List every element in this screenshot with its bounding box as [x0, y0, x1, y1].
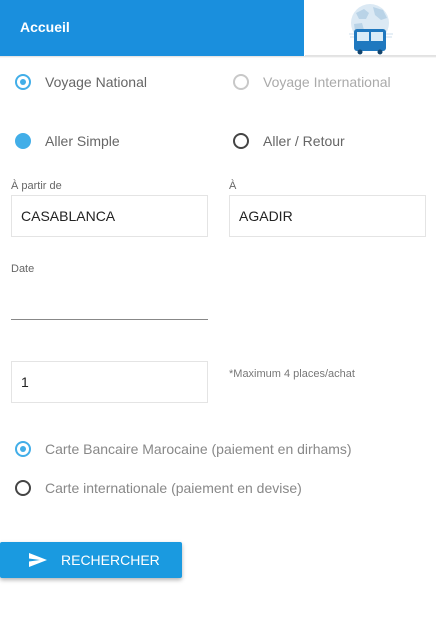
from-label: À partir de: [11, 180, 62, 192]
date-underline: [11, 319, 208, 320]
search-button[interactable]: RECHERCHER: [0, 542, 182, 578]
radio-selected-icon: [15, 133, 31, 149]
date-input[interactable]: [11, 285, 208, 319]
radio-selected-icon: [15, 74, 31, 90]
radio-unselected-icon: [233, 133, 249, 149]
radio-unselected-icon: [15, 480, 31, 496]
radio-voyage-national[interactable]: Voyage National: [15, 74, 147, 90]
radio-voyage-international[interactable]: Voyage International: [233, 74, 391, 90]
radio-label: Aller / Retour: [263, 133, 345, 149]
date-label: Date: [11, 263, 35, 275]
seats-field[interactable]: 1: [11, 361, 208, 403]
header-divider: [0, 56, 436, 58]
radio-carte-marocaine[interactable]: Carte Bancaire Marocaine (paiement en di…: [15, 441, 352, 457]
bus-globe-logo-icon: [349, 4, 393, 55]
from-field[interactable]: CASABLANCA: [11, 195, 208, 237]
radio-aller-simple[interactable]: Aller Simple: [15, 133, 120, 149]
radio-label: Voyage National: [45, 74, 147, 90]
seats-note: *Maximum 4 places/achat: [229, 368, 355, 380]
radio-label: Carte internationale (paiement en devise…: [45, 480, 302, 496]
header-bar: Accueil: [0, 0, 304, 56]
send-icon: [29, 553, 47, 567]
to-label: À: [229, 180, 237, 192]
radio-label: Aller Simple: [45, 133, 120, 149]
radio-unselected-icon: [233, 74, 249, 90]
radio-label: Voyage International: [263, 74, 391, 90]
app-header: Accueil: [0, 0, 436, 58]
radio-label: Carte Bancaire Marocaine (paiement en di…: [45, 441, 352, 457]
radio-selected-icon: [15, 441, 31, 457]
page-title: Accueil: [20, 19, 70, 35]
radio-aller-retour[interactable]: Aller / Retour: [233, 133, 345, 149]
to-field[interactable]: AGADIR: [229, 195, 426, 237]
radio-carte-internationale[interactable]: Carte internationale (paiement en devise…: [15, 480, 302, 496]
logo-container: [305, 0, 436, 56]
search-button-label: RECHERCHER: [61, 552, 160, 568]
